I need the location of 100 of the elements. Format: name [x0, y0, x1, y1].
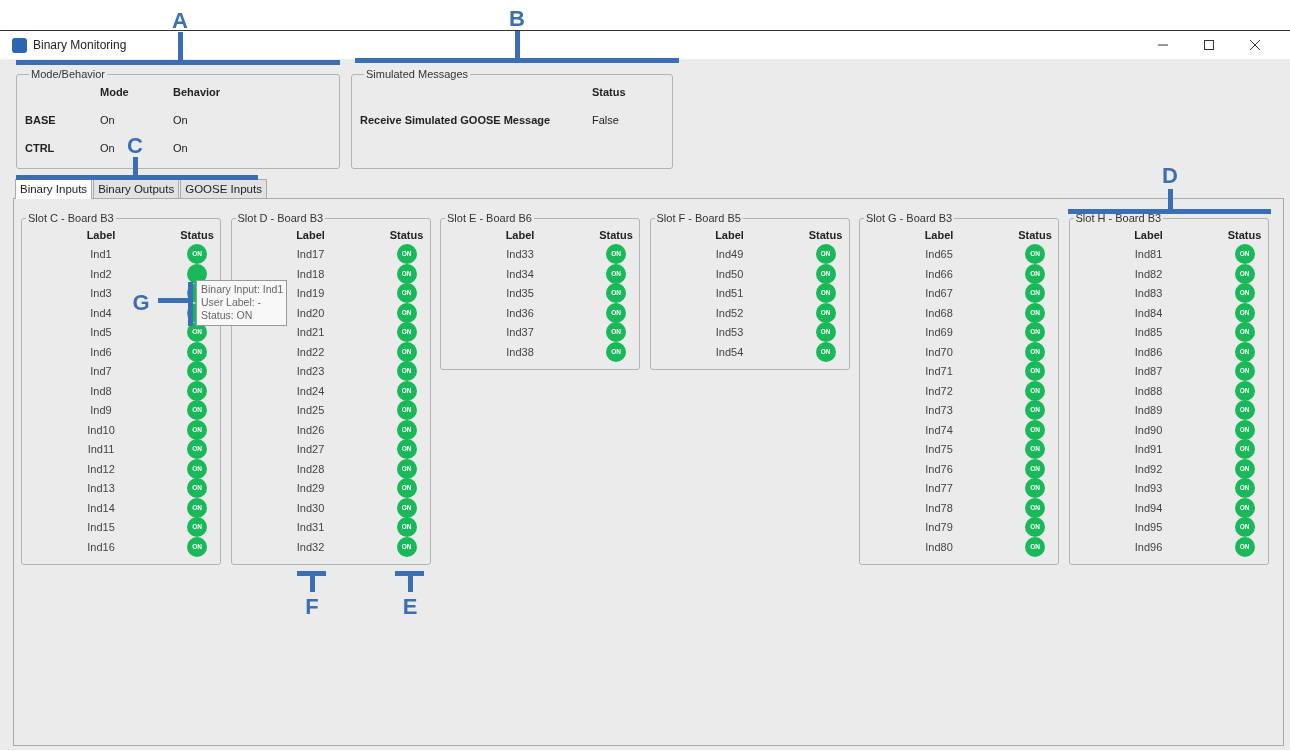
column-header: Status — [592, 85, 626, 98]
indicator-label: Ind85 — [1134, 325, 1163, 340]
group-title: Slot H - Board B3 — [1074, 212, 1163, 225]
status-indicator — [187, 263, 207, 284]
indicator-label: Ind14 — [87, 500, 115, 516]
column-header: Label — [295, 227, 326, 243]
indicator-label: Ind37 — [506, 325, 534, 340]
indicator-label: Ind11 — [87, 442, 115, 457]
callout-bracket — [395, 571, 424, 592]
table-cell: False — [592, 113, 619, 126]
indicator-label: Ind38 — [506, 344, 534, 360]
indicator-label: Ind17 — [296, 247, 325, 262]
indicator-label: Ind1 — [90, 247, 112, 262]
indicator-label: Ind30 — [296, 500, 325, 516]
callout-letter: F — [305, 593, 319, 619]
column-header: Label — [923, 227, 955, 243]
indicator-label: Ind18 — [296, 266, 325, 282]
indicator-label: Ind92 — [1134, 461, 1163, 477]
column-header: Label — [1133, 227, 1164, 243]
group-title: Slot E - Board B6 — [446, 212, 533, 225]
indicator-label: Ind10 — [87, 422, 115, 438]
indicator-label: Ind51 — [715, 286, 744, 301]
indicator-label: Ind53 — [715, 325, 744, 340]
column-header: Label — [714, 227, 745, 243]
column-header: Label — [85, 227, 117, 243]
indicator-label: Ind36 — [506, 305, 534, 321]
row-header: BASE — [25, 113, 56, 126]
indicator-label: Ind3 — [90, 286, 112, 301]
column-header: Mode — [100, 85, 129, 98]
column-header: Status — [1227, 227, 1262, 243]
indicator-label: Ind90 — [1134, 422, 1163, 438]
indicator-label: Ind25 — [296, 403, 325, 418]
tab[interactable]: GOOSE Inputs — [180, 179, 267, 198]
indicator-label: Ind67 — [925, 286, 953, 301]
indicator-label: Ind72 — [925, 383, 953, 399]
indicator-label: Ind84 — [1134, 305, 1163, 321]
indicator-label: Ind31 — [296, 520, 325, 535]
indicator-label: Ind65 — [925, 247, 953, 262]
callout-letter: D — [1162, 162, 1178, 188]
table-cell: On — [173, 113, 188, 126]
app-icon — [12, 37, 27, 53]
indicator-label: Ind9 — [90, 403, 112, 418]
callout-letter: C — [127, 132, 143, 158]
group-title: Slot G - Board B3 — [865, 212, 954, 225]
indicator-label: Ind76 — [925, 461, 953, 477]
indicator-label: Ind50 — [715, 266, 744, 282]
group-title: Slot D - Board B3 — [236, 212, 325, 225]
indicator-label: Ind70 — [925, 344, 953, 360]
window-title: Binary Monitoring — [33, 37, 127, 54]
column-header: Behavior — [173, 85, 221, 98]
indicator-label: Ind16 — [87, 539, 115, 555]
indicator-label: Ind20 — [296, 305, 325, 321]
column-header: Status — [389, 227, 424, 243]
callout-bracket — [158, 282, 193, 326]
indicator-label: Ind54 — [715, 344, 744, 360]
indicator-label: Ind79 — [925, 520, 953, 535]
indicator-label: Ind23 — [296, 364, 325, 379]
indicator-label: Ind34 — [506, 266, 534, 282]
indicator-label: Ind28 — [296, 461, 325, 477]
callout-letter: A — [172, 7, 188, 33]
indicator-label: Ind87 — [1134, 364, 1163, 379]
indicator-label: Ind91 — [1134, 442, 1163, 457]
indicator-label: Ind33 — [506, 247, 534, 262]
close-icon — [1249, 39, 1261, 51]
callout-bracket — [297, 571, 326, 592]
indicator-label: Ind71 — [925, 364, 953, 379]
table-cell: On — [100, 113, 115, 126]
indicator-label: Ind32 — [296, 539, 325, 555]
indicator-label: Ind96 — [1134, 539, 1163, 555]
indicator-label: Ind95 — [1134, 520, 1163, 535]
group-title: Mode/Behavior — [30, 68, 106, 81]
indicator-label: Ind93 — [1134, 481, 1163, 496]
indicator-label: Ind74 — [925, 422, 953, 438]
maximize-icon — [1203, 39, 1215, 51]
indicator-label: Ind29 — [296, 481, 325, 496]
indicator-label: Ind78 — [925, 500, 953, 516]
group-title: Slot C - Board B3 — [27, 212, 115, 225]
indicator-label: Ind15 — [87, 520, 115, 535]
indicator-label: Ind5 — [90, 325, 112, 340]
column-header: Status — [1018, 227, 1052, 243]
indicator-label: Ind81 — [1134, 247, 1163, 262]
indicator-label: Ind7 — [90, 364, 112, 379]
indicator-label: Ind2 — [90, 266, 112, 282]
tab[interactable]: Binary Inputs — [15, 179, 93, 199]
indicator-label: Ind19 — [296, 286, 325, 301]
group-title: Simulated Messages — [365, 68, 470, 81]
table-cell: On — [100, 141, 115, 154]
indicator-label: Ind26 — [296, 422, 325, 438]
column-header: Label — [504, 227, 536, 243]
group-title: Slot F - Board B5 — [655, 212, 742, 225]
row-header: CTRL — [25, 141, 55, 154]
indicator-label: Ind21 — [296, 325, 325, 340]
indicator-label: Ind77 — [925, 481, 953, 496]
callout-letter: E — [402, 593, 418, 619]
tooltip-line: Status: ON — [201, 309, 254, 322]
tooltip-line: Binary Input: Ind1 — [201, 283, 284, 296]
callout-letter: G — [132, 289, 150, 315]
indicator-label: Ind52 — [715, 305, 744, 321]
indicator-label: Ind6 — [90, 344, 112, 360]
indicator-label: Ind86 — [1134, 344, 1163, 360]
